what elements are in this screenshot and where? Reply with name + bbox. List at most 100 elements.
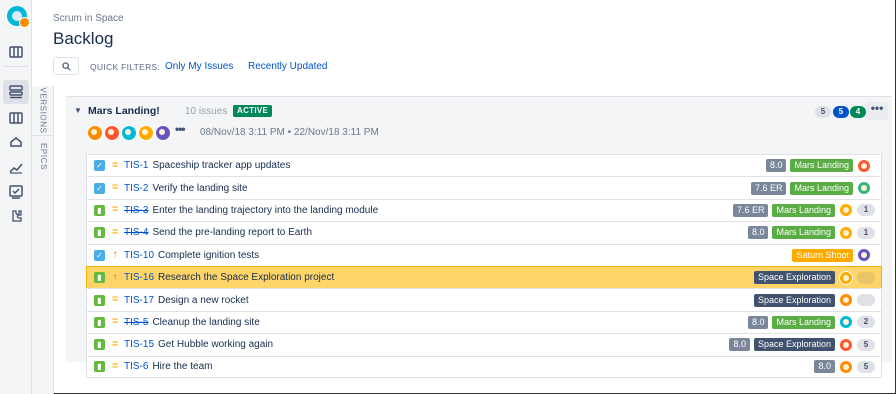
epic-label[interactable]: Mars Landing (772, 203, 835, 217)
issue-key[interactable]: TIS-5 (124, 317, 148, 328)
linked-count-badge: 5 (857, 338, 875, 351)
story-type-icon: ▮ (94, 227, 105, 239)
tab-epics[interactable]: EPICS (32, 136, 54, 176)
quick-filter-only-my-issues[interactable]: Only My Issues (165, 61, 233, 72)
assignee-avatar[interactable] (839, 359, 853, 374)
assignee-avatar[interactable] (857, 248, 871, 263)
epic-label[interactable]: Mars Landing (772, 226, 835, 240)
issue-key[interactable]: TIS-4 (124, 227, 148, 238)
issue-row[interactable]: ▮ = TIS-6 Hire the team 8.0 5 (86, 355, 882, 378)
story-type-icon: ▮ (94, 204, 105, 216)
issue-row[interactable]: ▮ = TIS-3 Enter the landing trajectory into… (86, 198, 882, 222)
issue-key[interactable]: TIS-16 (124, 272, 154, 283)
issue-meta: 7.6 ER Mars Landing (750, 177, 875, 198)
search-button[interactable] (53, 57, 79, 75)
priority-high-icon: ↑ (112, 249, 118, 261)
epic-label[interactable]: Space Exploration (753, 338, 835, 352)
sprint-assignee-avatars[interactable] (87, 125, 172, 141)
priority-medium-icon: = (112, 338, 118, 350)
issue-meta: Space Exploration 0 (753, 267, 875, 288)
epic-label[interactable]: Mars Landing (790, 181, 853, 195)
quick-filter-recently-updated[interactable]: Recently Updated (248, 61, 328, 72)
epic-label[interactable]: Space Exploration (753, 293, 835, 307)
avatar[interactable] (87, 125, 103, 141)
task-type-icon: ✓ (94, 182, 105, 194)
issue-row[interactable]: ▮ = TIS-4 Send the pre-landing report to Ea… (86, 221, 882, 244)
sprint-issue-count: 10 issues (185, 106, 228, 117)
issues-icon[interactable] (8, 184, 24, 200)
assignee-avatar[interactable] (839, 225, 853, 240)
issue-meta: 7.6 ER Mars Landing 1 (732, 200, 875, 221)
issue-row[interactable]: ▮ = TIS-17 Design a new rocket Space Explora… (86, 288, 882, 311)
story-type-icon: ▮ (94, 339, 105, 351)
assignee-avatar[interactable] (839, 293, 853, 308)
issue-summary: Get Hubble working again (158, 339, 274, 351)
task-type-icon: ✓ (94, 249, 105, 261)
issue-meta: 8.0 5 (814, 357, 875, 377)
issue-key[interactable]: TIS-1 (124, 160, 148, 171)
tab-epics-label: EPICS (38, 142, 48, 170)
assignee-avatar[interactable] (839, 203, 853, 218)
issue-key[interactable]: TIS-10 (124, 250, 154, 261)
sprint-dates: 08/Nov/18 3:11 PM • 22/Nov/18 3:11 PM (200, 127, 379, 138)
issue-summary: Verify the landing site (152, 182, 248, 194)
components-icon[interactable] (8, 208, 24, 224)
chevron-down-icon[interactable]: ▼ (74, 106, 82, 115)
issue-meta: 8.0 Mars Landing 2 (747, 312, 875, 333)
sprint-actions-button[interactable]: ••• (866, 102, 888, 120)
story-type-icon: ▮ (94, 294, 105, 306)
epic-label[interactable]: Saturn Shoot (792, 248, 853, 262)
reports-icon[interactable] (8, 160, 24, 176)
project-name[interactable]: Scrum in Space (53, 13, 124, 24)
issue-summary: Send the pre-landing report to Earth (152, 227, 312, 239)
priority-medium-icon: = (112, 204, 118, 216)
issue-row[interactable]: ▮ = TIS-5 Cleanup the landing site 8.0 Mars L… (86, 310, 882, 334)
issue-row[interactable]: ✓ ↑ TIS-10 Complete ignition tests Saturn Sh… (86, 243, 882, 266)
issue-key[interactable]: TIS-6 (124, 361, 148, 372)
issue-row[interactable]: ▮ ↑ TIS-16 Research the Space Exploration p… (86, 265, 882, 289)
side-panel-tabs: VERSIONS EPICS (32, 86, 54, 394)
active-sprints-icon[interactable] (8, 110, 24, 126)
issue-meta: Space Exploration 0 (753, 289, 875, 310)
avatar[interactable] (121, 125, 137, 141)
issue-summary: Complete ignition tests (158, 249, 260, 261)
assignee-avatar[interactable] (839, 337, 853, 352)
avatar[interactable] (138, 125, 154, 141)
issue-key[interactable]: TIS-2 (124, 183, 148, 194)
issue-key[interactable]: TIS-17 (124, 295, 154, 306)
issue-meta: Saturn Shoot (792, 245, 875, 266)
tab-versions[interactable]: VERSIONS (32, 86, 54, 136)
board-icon[interactable] (8, 44, 24, 60)
project-avatar-icon[interactable] (7, 6, 30, 28)
estimate-badge: 7.6 ER (750, 181, 787, 195)
issue-summary: Spaceship tracker app updates (152, 160, 291, 172)
epic-label[interactable]: Space Exploration (753, 271, 835, 285)
todo-count-badge: 5 (815, 106, 831, 118)
backlog-icon[interactable] (3, 80, 29, 104)
issue-key[interactable]: TIS-3 (124, 205, 148, 216)
releases-icon[interactable] (8, 134, 24, 150)
story-type-icon: ▮ (94, 361, 105, 373)
avatar[interactable] (104, 125, 120, 141)
linked-count-badge: 1 (857, 204, 875, 217)
assignee-avatar[interactable] (857, 181, 871, 196)
sprint-name[interactable]: Mars Landing! (88, 105, 160, 117)
issue-key[interactable]: TIS-15 (124, 339, 154, 350)
issue-row[interactable]: ✓ = TIS-1 Spaceship tracker app updates 8.0 M… (86, 154, 882, 177)
quick-filters-label: QUICK FILTERS: (90, 62, 161, 72)
assignee-avatar[interactable] (857, 158, 871, 173)
assignee-avatar[interactable] (839, 315, 853, 330)
in-progress-count-badge: 5 (833, 106, 849, 118)
more-assignees-icon[interactable]: ••• (175, 122, 186, 136)
avatar[interactable] (155, 125, 171, 141)
estimate-badge: 8.0 (747, 315, 769, 329)
issue-row[interactable]: ▮ = TIS-15 Get Hubble working again 8.0 Space… (86, 333, 882, 356)
issue-row[interactable]: ✓ = TIS-2 Verify the landing site 7.6 ER Mars… (86, 176, 882, 199)
issue-summary: Enter the landing trajectory into the la… (152, 204, 379, 216)
priority-medium-icon: = (112, 182, 118, 194)
estimate-badge: 8.0 (814, 360, 835, 374)
epic-label[interactable]: Mars Landing (790, 159, 853, 173)
task-type-icon: ✓ (94, 160, 105, 172)
epic-label[interactable]: Mars Landing (772, 315, 835, 329)
assignee-avatar[interactable] (839, 270, 853, 285)
